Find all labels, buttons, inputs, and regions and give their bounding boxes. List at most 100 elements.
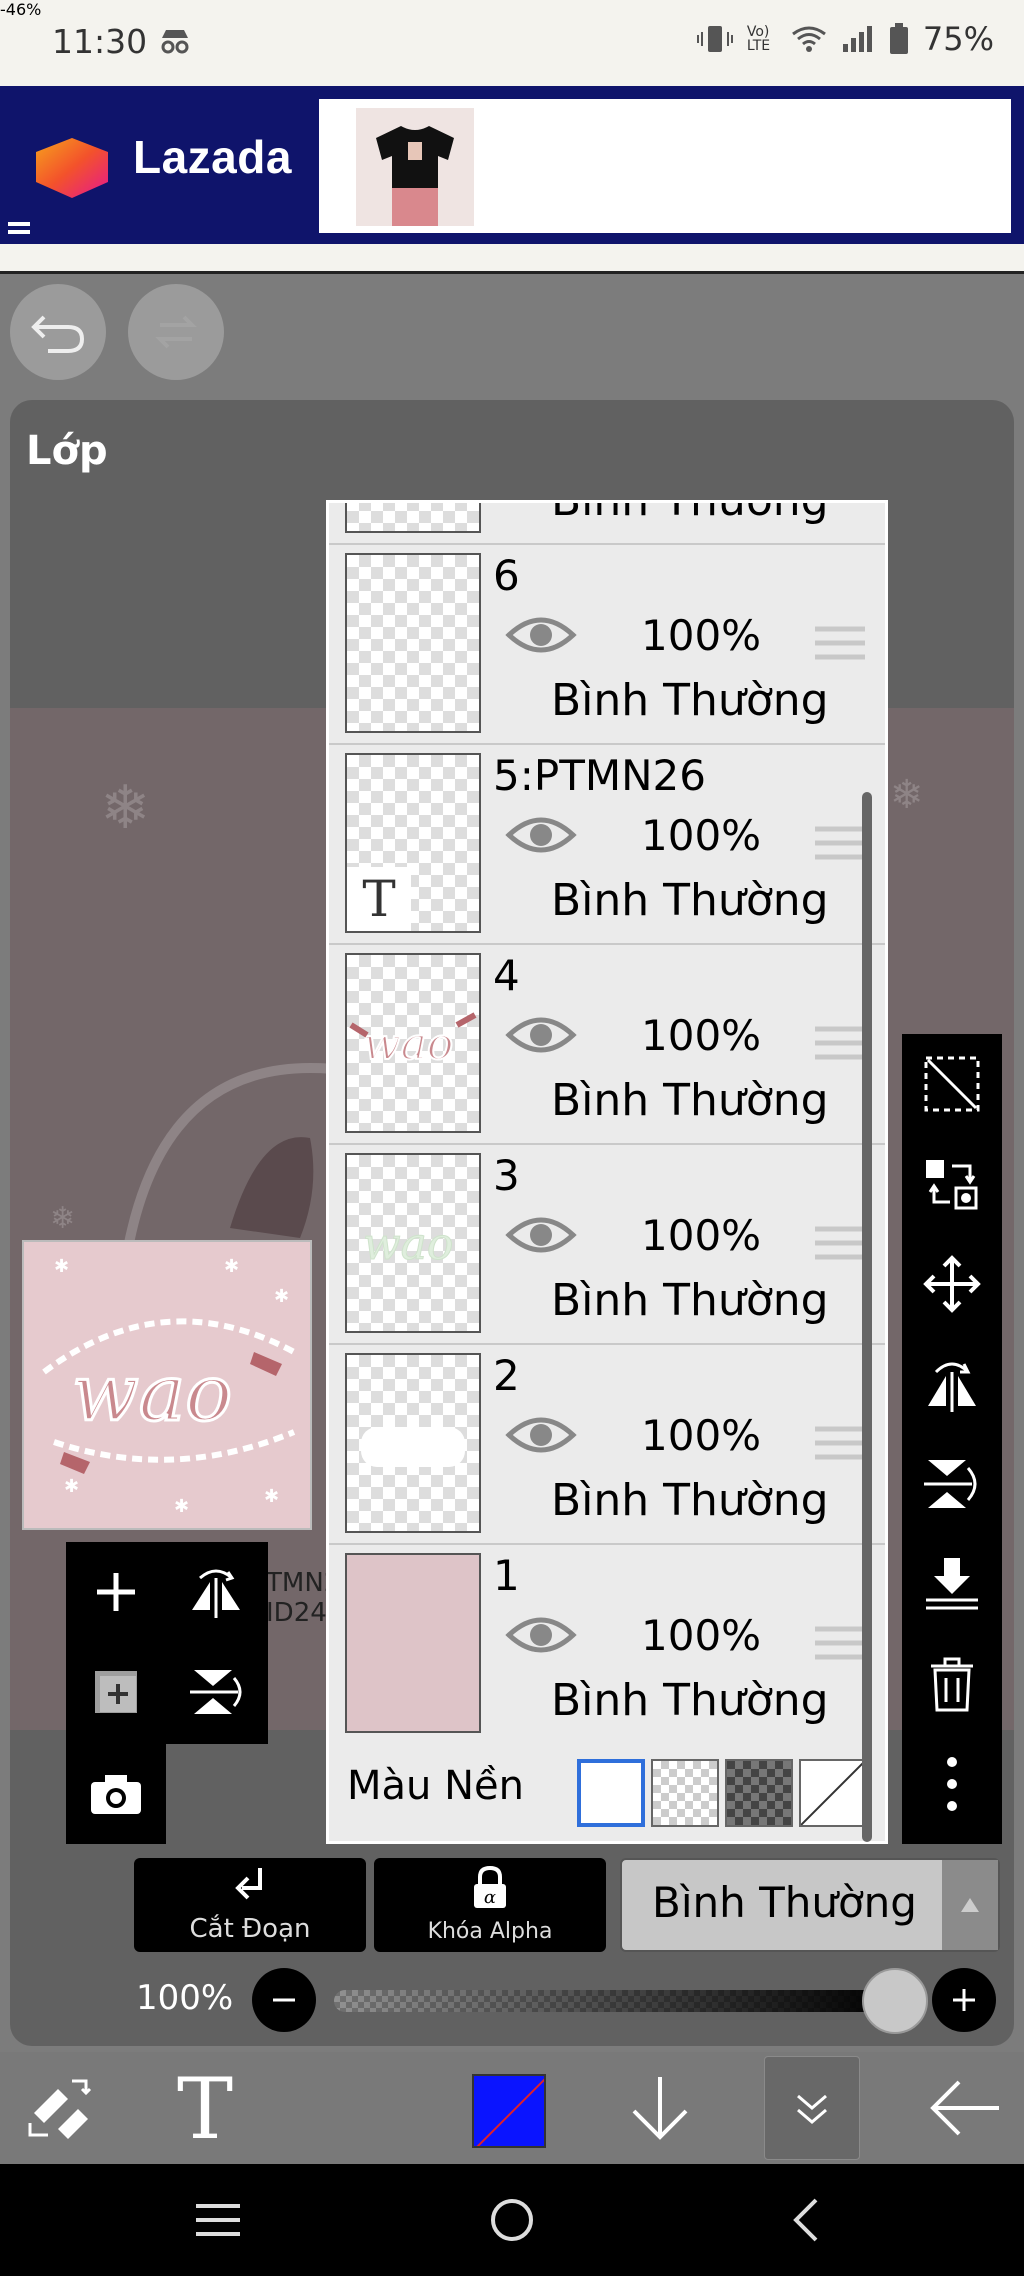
opacity-slider[interactable] [334, 1990, 894, 2012]
incognito-icon [161, 30, 189, 54]
visibility-eye-icon[interactable] [505, 1011, 577, 1059]
layer-mini-toolbar [66, 1542, 268, 1744]
delete-layer-button[interactable] [902, 1634, 1002, 1734]
recent-apps-button[interactable] [158, 2164, 278, 2276]
bg-white-swatch[interactable] [577, 1759, 645, 1827]
layer-thumbnail: wao [345, 1153, 481, 1333]
layer-art-white [361, 1427, 465, 1467]
alpha-lock-button[interactable]: α Khóa Alpha [374, 1858, 606, 1952]
undo-button[interactable] [10, 284, 106, 380]
triangle-up-icon [961, 1898, 979, 1912]
layer-down-button[interactable] [600, 2052, 720, 2164]
lazada-logo-icon [36, 138, 108, 198]
drag-handle-icon[interactable] [815, 623, 865, 663]
visibility-eye-icon[interactable] [505, 1611, 577, 1659]
drag-handle-icon[interactable] [815, 823, 865, 863]
svg-text:✱: ✱ [224, 1256, 239, 1277]
move-icon [923, 1255, 981, 1313]
layer-row[interactable]: T 5:PTMN26 100% Bình Thường [329, 745, 885, 945]
flip-vertical-icon [190, 1670, 242, 1714]
bg-dark-checker-swatch[interactable] [725, 1759, 793, 1827]
blend-mode-arrow[interactable] [942, 1860, 998, 1950]
svg-text:α: α [484, 1887, 496, 1908]
merge-down-button[interactable] [902, 1534, 1002, 1634]
layer-name: 5:PTMN26 [493, 751, 706, 800]
nav-back-button[interactable] [746, 2164, 866, 2276]
visibility-eye-icon[interactable] [505, 811, 577, 859]
tshirt-image [356, 108, 474, 226]
ad-brand: Lazada [133, 131, 292, 183]
lock-icon: α [474, 1866, 506, 1908]
collapse-panel-button[interactable] [764, 2056, 860, 2160]
redo-button[interactable] [128, 284, 224, 380]
svg-text:✱: ✱ [64, 1476, 79, 1497]
move-button[interactable] [902, 1234, 1002, 1334]
transform-button[interactable] [902, 1134, 1002, 1234]
ad-product-image[interactable] [356, 108, 474, 226]
layer-list-scrollbar[interactable] [862, 792, 872, 1842]
visibility-eye-icon[interactable] [505, 611, 577, 659]
canvas-preview-thumbnail[interactable]: wao ✱ ✱ ✱ ✱ ✱ ✱ [22, 1240, 312, 1530]
current-color-swatch[interactable] [472, 2074, 546, 2148]
flip-layer-button[interactable] [166, 1542, 266, 1642]
more-options-button[interactable] [902, 1734, 1002, 1834]
layer-row[interactable]: 1 100% Bình Thường [329, 1545, 885, 1745]
ad-banner[interactable]: Lazada [0, 86, 1024, 244]
layer-art-green: wao [363, 1219, 454, 1271]
layer-thumbnail [345, 1353, 481, 1533]
background-color-label: Màu Nền [347, 1763, 524, 1809]
none-slash-icon [800, 1760, 866, 1826]
drag-handle-icon[interactable] [815, 1423, 865, 1463]
bg-transparent-swatch[interactable] [651, 1759, 719, 1827]
opacity-slider-handle[interactable] [862, 1968, 928, 2034]
tool-switch-icon [28, 2079, 92, 2139]
signal-icon [842, 26, 872, 52]
ad-menu-icon[interactable] [8, 220, 30, 236]
layer-row[interactable]: 6 100% Bình Thường [329, 545, 885, 745]
layer-row-partial[interactable]: Bình Thường [329, 503, 885, 545]
layer-opacity: 100% [641, 1411, 762, 1460]
opacity-decrease-button[interactable] [252, 1968, 316, 2032]
tool-switch-button[interactable] [10, 2052, 110, 2164]
select-none-icon [924, 1056, 980, 1112]
drag-handle-icon[interactable] [815, 1223, 865, 1263]
flip-vertical-button[interactable] [902, 1434, 1002, 1534]
blend-mode-select[interactable]: Bình Thường [620, 1858, 1000, 1952]
select-none-button[interactable] [902, 1034, 1002, 1134]
add-folder-button[interactable] [66, 1642, 166, 1742]
layer-row[interactable]: wao 4 100% Bình Thường [329, 945, 885, 1145]
add-layer-button[interactable] [66, 1542, 166, 1642]
layer-row[interactable]: 2 100% Bình Thường [329, 1345, 885, 1545]
text-layer-icon: T [347, 867, 411, 931]
transform-icon [926, 1160, 978, 1210]
drag-handle-icon[interactable] [815, 1023, 865, 1063]
wifi-icon [791, 26, 826, 52]
layer-list[interactable]: Bình Thường 6 100% Bình Thường T 5:PTMN2… [326, 500, 888, 1844]
text-icon: T [177, 2070, 233, 2146]
plus-icon [953, 1989, 975, 2011]
add-layer-icon [97, 1573, 135, 1611]
opacity-increase-button[interactable] [932, 1968, 996, 2032]
visibility-eye-icon[interactable] [505, 1411, 577, 1459]
bg-none-swatch[interactable] [799, 1759, 867, 1827]
clipping-button[interactable]: Cắt Đoạn [134, 1858, 366, 1952]
flip-horizontal-button[interactable] [902, 1334, 1002, 1434]
text-tool-button[interactable]: T [150, 2052, 260, 2164]
camera-button[interactable] [66, 1744, 166, 1844]
layer-name: 6 [493, 551, 520, 600]
down-arrow-icon [632, 2077, 688, 2140]
alpha-lock-label: Khóa Alpha [427, 1919, 553, 1944]
flip-vertical-layer-button[interactable] [166, 1642, 266, 1742]
layer-name: 1 [493, 1551, 520, 1600]
visibility-eye-icon[interactable] [505, 1211, 577, 1259]
home-button[interactable] [452, 2164, 572, 2276]
back-button[interactable] [910, 2052, 1020, 2164]
vibrate-icon [696, 26, 733, 52]
layer-blend-mode: Bình Thường [551, 1275, 829, 1326]
layer-row[interactable]: wao 3 100% Bình Thường [329, 1145, 885, 1345]
svg-text:wao: wao [72, 1349, 232, 1439]
redo-icon [155, 315, 197, 349]
drag-handle-icon[interactable] [815, 1623, 865, 1663]
blend-mode-value: Bình Thường [652, 1878, 917, 1927]
layer-blend-mode: Bình Thường [551, 1475, 829, 1526]
